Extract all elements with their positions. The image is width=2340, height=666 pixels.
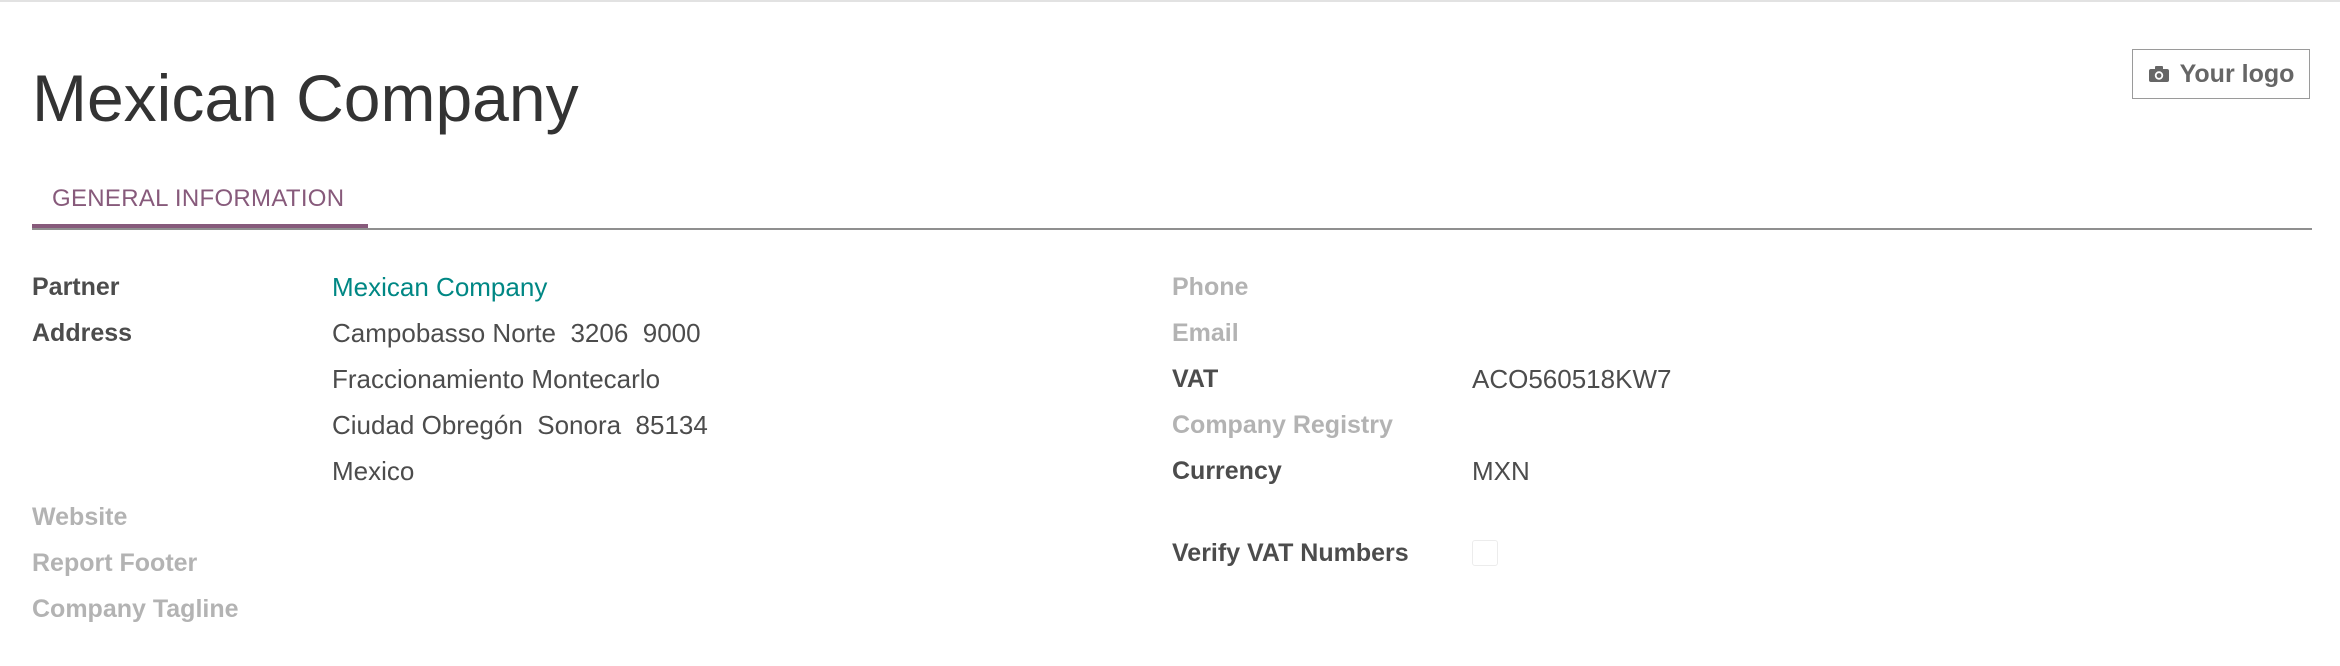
vat-value[interactable]: ACO560518KW7	[1472, 362, 1671, 396]
address-label: Address	[32, 319, 133, 347]
partner-link[interactable]: Mexican Company	[332, 270, 547, 304]
phone-label: Phone	[1172, 273, 1249, 301]
company-registry-label: Company Registry	[1172, 411, 1393, 439]
company-form: Mexican Company Your logo GENERAL INFORM…	[0, 0, 2340, 666]
tab-general-information[interactable]: GENERAL INFORMATION	[32, 172, 368, 228]
currency-label: Currency	[1172, 457, 1282, 485]
address-line-1[interactable]: Campobasso Norte 3206 9000	[332, 316, 701, 350]
company-tagline-label: Company Tagline	[32, 595, 239, 623]
report-footer-label: Report Footer	[32, 549, 198, 577]
verify-vat-checkbox[interactable]	[1472, 540, 1498, 566]
form-tabs: GENERAL INFORMATION	[32, 172, 2312, 230]
vat-label: VAT	[1172, 365, 1219, 393]
upload-logo-label: Your logo	[2179, 59, 2295, 88]
camera-icon	[2148, 65, 2170, 83]
address-country[interactable]: Mexico	[332, 454, 414, 488]
upload-logo-button[interactable]: Your logo	[2132, 49, 2310, 99]
website-label: Website	[32, 503, 128, 531]
email-label: Email	[1172, 319, 1239, 347]
verify-vat-label: Verify VAT Numbers	[1172, 539, 1409, 567]
currency-value[interactable]: MXN	[1472, 454, 1530, 488]
company-name-title[interactable]: Mexican Company	[32, 58, 579, 138]
address-line-3[interactable]: Ciudad Obregón Sonora 85134	[332, 408, 708, 442]
address-line-2[interactable]: Fraccionamiento Montecarlo	[332, 362, 660, 396]
partner-label: Partner	[32, 273, 120, 301]
top-divider	[0, 0, 2340, 2]
